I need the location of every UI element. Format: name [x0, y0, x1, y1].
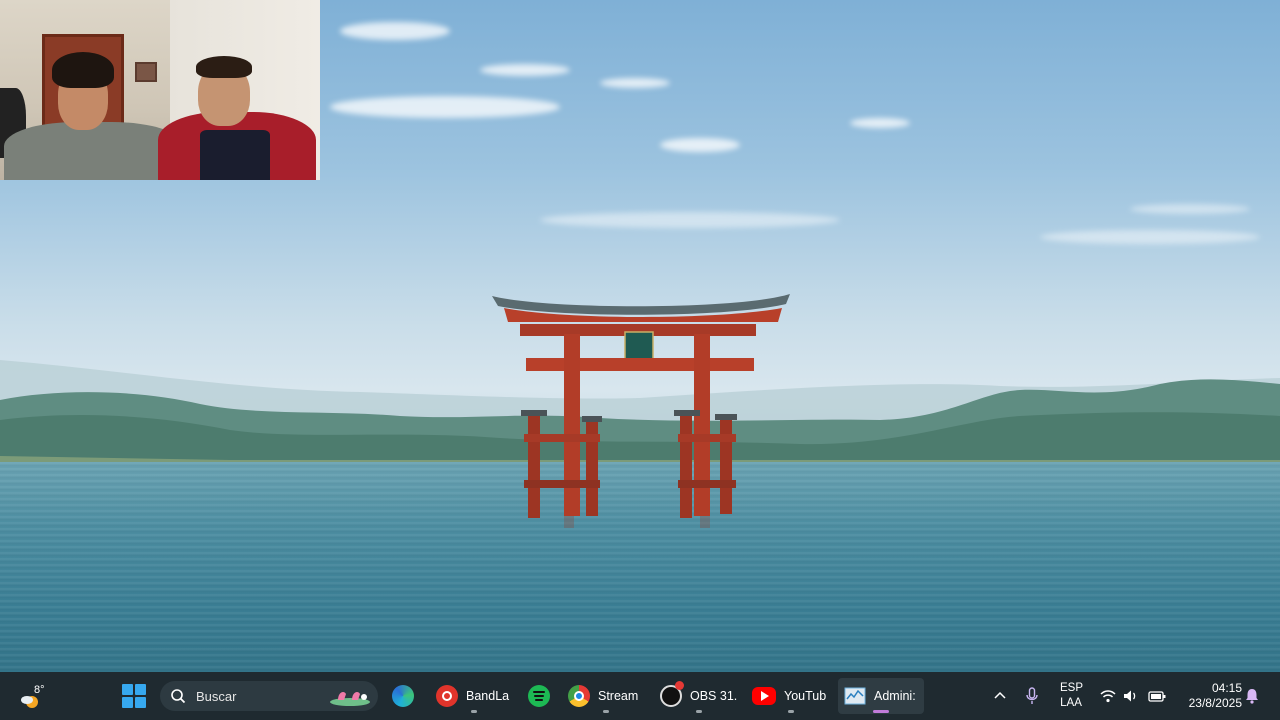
cloud	[540, 212, 840, 228]
obs-icon	[660, 681, 684, 707]
taskbar-app-task-manager[interactable]: Admini:	[838, 678, 924, 714]
taskbar-app-label: YouTub	[784, 689, 827, 703]
clock-time: 04:15	[1211, 681, 1242, 695]
running-indicator	[471, 710, 477, 713]
weather-widget[interactable]: 8°	[16, 680, 52, 712]
bandlab-icon	[436, 685, 458, 707]
cloud	[600, 78, 670, 88]
running-indicator	[603, 710, 609, 713]
cloud	[340, 22, 450, 40]
search-icon	[171, 689, 186, 704]
taskbar-app-spotify[interactable]	[524, 678, 554, 714]
search-box[interactable]: Buscar	[160, 681, 378, 711]
taskbar: 8° Buscar BandLa Stream OBS 31. YouTub A…	[0, 672, 1280, 720]
torii-gate	[492, 294, 790, 528]
cloud	[850, 118, 910, 128]
windows-start-icon[interactable]	[122, 684, 146, 708]
cloud	[1130, 204, 1250, 214]
running-indicator	[696, 710, 702, 713]
search-highlight-icon	[330, 692, 370, 706]
chrome-icon	[568, 685, 590, 707]
weather-temperature: 8°	[34, 684, 45, 696]
cloud	[480, 64, 570, 76]
microphone-icon[interactable]	[1026, 687, 1038, 705]
language-code: ESP	[1060, 682, 1084, 694]
battery-icon[interactable]	[1148, 689, 1166, 703]
spotify-icon	[528, 685, 550, 707]
cloud	[660, 138, 740, 152]
language-layout: LAA	[1060, 697, 1082, 709]
taskbar-app-bandlab[interactable]: BandLa	[436, 678, 512, 714]
wall-switch	[135, 62, 157, 82]
taskbar-app-label: OBS 31.	[690, 689, 738, 703]
volume-icon[interactable]	[1123, 689, 1139, 703]
taskbar-app-obs[interactable]: OBS 31.	[660, 678, 738, 714]
system-clock[interactable]: 04:15 23/8/2025	[1176, 681, 1242, 711]
search-placeholder: Buscar	[196, 688, 237, 704]
chevron-up-icon[interactable]	[994, 690, 1006, 702]
taskbar-app-label: BandLa	[466, 689, 510, 703]
youtube-icon	[752, 687, 776, 705]
partly-cloudy-icon	[21, 696, 38, 708]
wifi-icon[interactable]	[1100, 689, 1116, 703]
taskbar-app-chrome[interactable]: Stream	[568, 678, 644, 714]
clock-date: 23/8/2025	[1188, 696, 1242, 710]
notification-bell-icon[interactable]	[1245, 688, 1259, 704]
edge-icon	[392, 685, 414, 707]
webcam-overlay	[0, 0, 320, 180]
taskbar-app-edge[interactable]	[388, 678, 418, 714]
cloud	[330, 96, 560, 118]
task-manager-icon	[844, 687, 866, 705]
cloud	[1040, 230, 1260, 244]
active-indicator	[873, 710, 889, 713]
language-indicator[interactable]: ESP LAA	[1060, 681, 1084, 711]
taskbar-app-label: Stream	[598, 689, 639, 703]
taskbar-app-label: Admini:	[874, 689, 916, 703]
running-indicator	[788, 710, 794, 713]
taskbar-app-youtube[interactable]: YouTub	[752, 678, 830, 714]
